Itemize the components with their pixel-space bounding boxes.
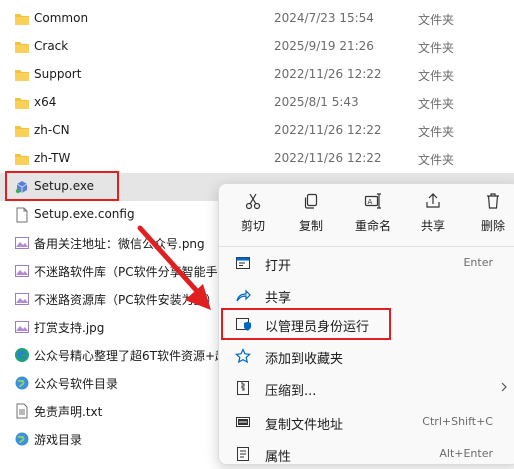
edge-icon — [14, 347, 30, 363]
file-type: 文件夹 — [418, 153, 455, 167]
cut-label: 剪切 — [240, 219, 265, 233]
menu-item-label: 属性 — [265, 450, 292, 465]
file-type: 文件夹 — [418, 41, 455, 55]
file-name: zh-TW — [34, 151, 71, 165]
menu-item-shortcut: Enter — [463, 256, 493, 269]
file-row-crack[interactable]: Crack 2025/9/19 21:26 文件夹 — [0, 33, 514, 61]
file-date: 2025/9/19 21:26 — [274, 39, 374, 53]
menu-item-copy-path[interactable]: 复制文件地址 Ctrl+Shift+C — [223, 407, 514, 437]
file-date: 2025/8/1 5:43 — [274, 95, 359, 109]
share-label: 共享 — [420, 219, 445, 233]
menu-item-label: 打开 — [265, 259, 292, 274]
copy-icon — [283, 192, 339, 210]
context-menu: 剪切 复制 A 重命名 共享 删除 打开 Enter 共享 以管理员身份运行 添… — [218, 183, 514, 465]
file-type: 文件夹 — [418, 97, 455, 111]
file-row-zh-cn[interactable]: zh-CN 2022/11/26 12:22 文件夹 — [0, 117, 514, 145]
delete-button[interactable]: 删除 — [465, 192, 514, 242]
delete-label: 删除 — [480, 219, 505, 233]
menu-item-share[interactable]: 共享 — [223, 280, 514, 310]
menu-item-add-favorites[interactable]: 添加到收藏夹 — [223, 341, 514, 371]
folder-icon — [14, 39, 30, 55]
file-name: Support — [34, 67, 82, 81]
svg-text:A: A — [368, 198, 373, 206]
file-name: zh-CN — [34, 123, 70, 137]
file-name: 免责声明.txt — [34, 405, 103, 419]
file-name: 公众号软件目录 — [34, 377, 119, 391]
share-icon — [235, 287, 251, 303]
file-name: x64 — [34, 95, 57, 109]
menu-item-properties[interactable]: 属性 Alt+Enter — [223, 439, 514, 469]
file-name: 公众号精心整理了超6T软件资源+超 — [34, 349, 228, 363]
menu-item-label: 压缩到... — [265, 384, 317, 399]
menu-item-open[interactable]: 打开 Enter — [223, 248, 514, 278]
file-type: 文件夹 — [418, 69, 455, 83]
shield-icon — [235, 316, 251, 332]
menu-item-label: 添加到收藏夹 — [265, 352, 344, 367]
folder-icon — [14, 11, 30, 27]
image-icon — [14, 291, 30, 307]
rename-icon: A — [345, 192, 401, 210]
globe-icon — [14, 431, 30, 447]
installer-icon — [14, 179, 30, 195]
file-name: 不迷路软件库（PC软件分享智能手 — [34, 265, 218, 279]
menu-item-shortcut: Ctrl+Shift+C — [422, 415, 493, 428]
chevron-right-icon — [499, 381, 509, 396]
share-icon — [405, 192, 461, 210]
open-icon — [235, 255, 251, 271]
menu-item-label: 复制文件地址 — [265, 418, 344, 433]
file-date: 2022/11/26 12:22 — [274, 67, 382, 81]
menu-item-run-as-admin[interactable]: 以管理员身份运行 — [223, 309, 514, 339]
scissors-icon — [225, 192, 281, 210]
cut-button[interactable]: 剪切 — [225, 192, 281, 242]
copy-label: 复制 — [298, 219, 323, 233]
file-name: 备用关注地址：微信公众号.png — [34, 237, 205, 251]
image-icon — [14, 235, 30, 251]
trash-icon — [465, 192, 514, 210]
file-icon — [14, 207, 30, 223]
zip-icon — [235, 380, 251, 396]
copy-button[interactable]: 复制 — [283, 192, 339, 242]
menu-item-label: 共享 — [265, 291, 292, 306]
rename-button[interactable]: A 重命名 — [345, 192, 401, 242]
text-file-icon — [14, 403, 30, 419]
file-type: 文件夹 — [418, 125, 455, 139]
menu-item-compress[interactable]: 压缩到... — [223, 373, 514, 403]
folder-icon — [14, 95, 30, 111]
folder-icon — [14, 123, 30, 139]
file-name: Crack — [34, 39, 69, 53]
file-row-support[interactable]: Support 2022/11/26 12:22 文件夹 — [0, 61, 514, 89]
file-row-zh-tw[interactable]: zh-TW 2022/11/26 12:22 文件夹 — [0, 145, 514, 173]
file-name: Common — [34, 11, 89, 25]
globe-icon — [14, 375, 30, 391]
file-name: 不迷路资源库（PC软件安装为主） — [34, 293, 218, 307]
share-quick-button[interactable]: 共享 — [405, 192, 461, 242]
folder-icon — [14, 67, 30, 83]
file-date: 2022/11/26 12:22 — [274, 151, 382, 165]
file-date: 2022/11/26 12:22 — [274, 123, 382, 137]
star-icon — [235, 348, 251, 364]
path-icon — [235, 414, 251, 430]
file-date: 2024/7/23 15:54 — [274, 11, 374, 25]
file-row-x64[interactable]: x64 2025/8/1 5:43 文件夹 — [0, 89, 514, 117]
file-name: Setup.exe — [34, 179, 95, 193]
file-name: 打赏支持.jpg — [34, 321, 105, 335]
image-icon — [14, 319, 30, 335]
menu-item-label: 以管理员身份运行 — [265, 320, 370, 335]
file-row-common[interactable]: Common 2024/7/23 15:54 文件夹 — [0, 5, 514, 33]
folder-icon — [14, 151, 30, 167]
image-icon — [14, 263, 30, 279]
properties-icon — [235, 446, 251, 462]
rename-label: 重命名 — [354, 219, 391, 233]
file-name: 游戏目录 — [34, 433, 83, 447]
file-name: Setup.exe.config — [34, 207, 135, 221]
menu-divider — [219, 246, 514, 247]
file-type: 文件夹 — [418, 13, 455, 27]
